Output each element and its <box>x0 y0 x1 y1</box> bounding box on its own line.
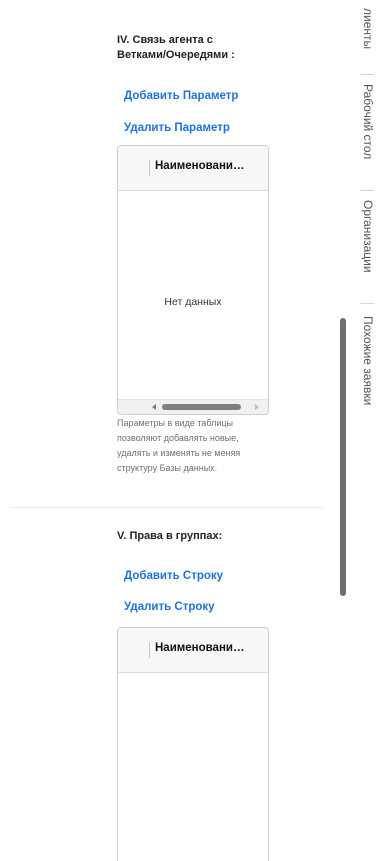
column-header-name[interactable]: Наименовани… <box>155 642 244 654</box>
add-row-link[interactable]: Добавить Строку <box>124 570 223 582</box>
tab-desktop[interactable]: Рабочий стол <box>361 84 375 159</box>
tab-separator <box>360 190 374 191</box>
scroll-left-icon[interactable] <box>152 404 156 410</box>
section-divider <box>10 507 323 508</box>
tab-clients[interactable]: лиенты <box>361 8 375 49</box>
vertical-scrollbar-thumb[interactable] <box>340 318 346 596</box>
section-4-title: IV. Связь агента с Ветками/Очередями : <box>117 34 235 61</box>
helper-text: Параметры в виде таблицы позволяют добав… <box>117 418 241 473</box>
grid-body: Нет данных <box>118 191 268 414</box>
tab-organizations[interactable]: Организации <box>361 200 375 273</box>
grid-header: Наименовани… <box>118 628 268 673</box>
column-separator <box>149 642 150 658</box>
rights-grid: Наименовани… <box>117 627 269 861</box>
empty-state-text: Нет данных <box>164 296 222 308</box>
scrollbar-thumb[interactable] <box>162 404 241 410</box>
remove-row-link[interactable]: Удалить Строку <box>124 601 215 613</box>
page-root: IV. Связь агента с Ветками/Очередями : Д… <box>0 0 379 861</box>
remove-parameter-link[interactable]: Удалить Параметр <box>124 122 230 134</box>
grid-body <box>118 673 268 861</box>
grid-header: Наименовани… <box>118 146 268 191</box>
tab-separator <box>360 74 374 75</box>
parameters-grid: Наименовани… Нет данных <box>117 145 269 415</box>
column-header-name[interactable]: Наименовани… <box>155 160 244 172</box>
tab-separator <box>360 303 374 304</box>
add-parameter-link[interactable]: Добавить Параметр <box>124 90 238 102</box>
tab-similar-requests[interactable]: Похожие заявки <box>361 316 375 405</box>
scroll-right-icon[interactable] <box>255 404 259 410</box>
horizontal-scrollbar[interactable] <box>118 399 268 414</box>
column-separator <box>149 160 150 176</box>
section-5-title: V. Права в группах: <box>117 530 223 542</box>
